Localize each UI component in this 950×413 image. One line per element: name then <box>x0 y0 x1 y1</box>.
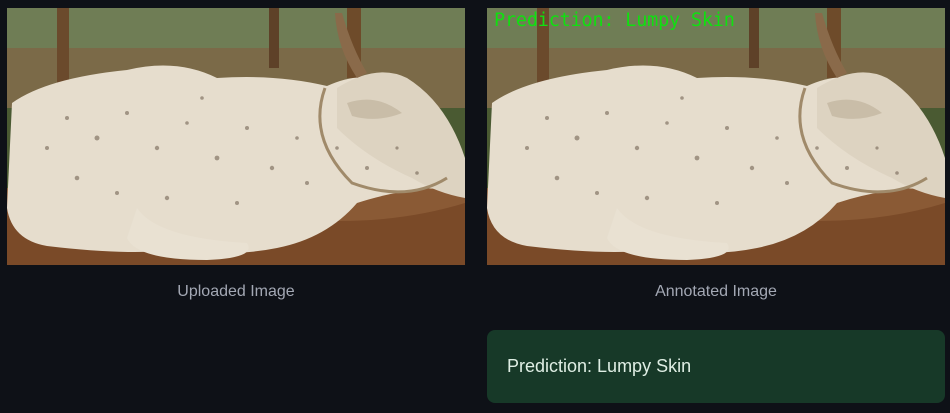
prediction-result-alert: Prediction: Lumpy Skin <box>487 330 945 403</box>
prediction-result-text: Prediction: Lumpy Skin <box>507 356 692 376</box>
prediction-overlay-text: Prediction: Lumpy Skin <box>494 10 735 31</box>
cow-photo <box>7 8 465 265</box>
uploaded-image-caption: Uploaded Image <box>177 283 295 300</box>
annotated-image: Prediction: Lumpy Skin <box>487 8 945 265</box>
uploaded-image <box>7 8 465 265</box>
annotated-image-caption: Annotated Image <box>655 283 777 300</box>
cow-photo-annotated <box>487 8 945 265</box>
